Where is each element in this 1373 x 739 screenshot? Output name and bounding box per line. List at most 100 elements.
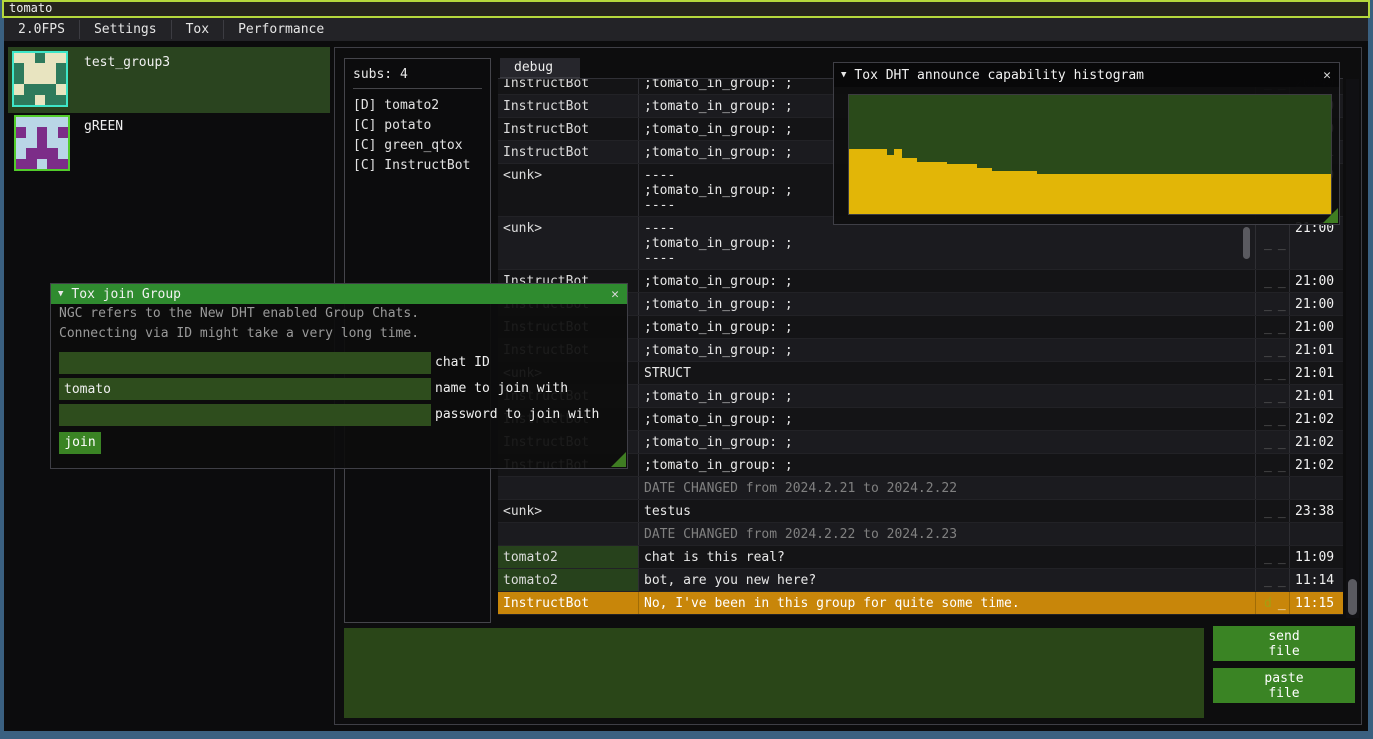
group-item-gREEN[interactable]: gREEN [8,113,330,171]
message-text: No, I've been in this group for quite so… [639,592,1256,614]
avatar-pixel [35,74,45,84]
histogram-bar [1271,174,1279,214]
histogram-bar [1090,174,1098,214]
sender-name: InstructBot [498,592,639,614]
subs-member[interactable]: [D] tomato2 [353,96,482,116]
histogram-bar [1150,174,1158,214]
histogram-bar [1022,171,1030,214]
histogram-bar [1195,174,1203,214]
join-dialog-titlebar[interactable]: ▼ Tox join Group ✕ [51,284,627,304]
message-cell-scrollbar-thumb[interactable] [1243,227,1250,259]
avatar-pixel [14,53,24,63]
delivery-flags: __ [1256,431,1290,453]
os-titlebar[interactable]: tomato [2,0,1370,18]
delivery-flag: _ [1264,392,1272,402]
date-change-row[interactable]: DATE CHANGED from 2024.2.22 to 2024.2.23 [498,523,1343,546]
delivery-flag: _ [1264,553,1272,563]
histogram-bar [1233,174,1241,214]
timestamp: 21:02 [1290,431,1340,453]
histogram-bar [939,162,947,214]
histogram-bar [1293,174,1301,214]
message-row[interactable]: <unk>testus__23:38 [498,500,1343,523]
histogram-bar [1082,174,1090,214]
histogram-bar [985,168,993,214]
avatar-pixel [56,84,66,94]
histogram-bar [1143,174,1151,214]
histogram-bar [849,149,857,214]
collapse-icon[interactable]: ▼ [58,289,63,299]
menu-bar: 2.0FPS Settings Tox Performance [4,18,1368,41]
avatar-pixel [16,117,26,127]
subs-member[interactable]: [C] potato [353,116,482,136]
subs-member[interactable]: [C] green_qtox [353,136,482,156]
delivery-flag: _ [1264,300,1272,310]
message-row[interactable]: InstructBotNo, I've been in this group f… [498,592,1343,615]
date-change-row[interactable]: DATE CHANGED from 2024.2.21 to 2024.2.22 [498,477,1343,500]
collapse-icon[interactable]: ▼ [841,70,846,80]
delivery-flags: __ [1256,316,1290,338]
close-icon[interactable]: ✕ [1323,68,1331,83]
histogram-bar [1301,174,1309,214]
avatar-pixel [26,138,36,148]
delivery-flags: __ [1256,546,1290,568]
menu-item-tox[interactable]: Tox [172,18,223,41]
histogram-bar [1173,174,1181,214]
histogram-bar [1075,174,1083,214]
message-row[interactable]: tomato2bot, are you new here?__11:14 [498,569,1343,592]
delivery-flags: __ [1256,408,1290,430]
paste-file-button[interactable]: paste file [1213,668,1355,703]
histogram-bar [970,164,978,214]
join-button[interactable]: join [59,432,101,454]
join-name-field[interactable] [59,378,431,400]
histogram-bar [1188,174,1196,214]
avatar-pixel [35,63,45,73]
avatar-pixel [58,117,68,127]
avatar-pixel [45,63,55,73]
group-item-test_group3[interactable]: test_group3 [8,47,330,113]
group-name: gREEN [84,119,123,134]
avatar-pixel [56,95,66,105]
chat-scrollbar-thumb[interactable] [1348,579,1357,615]
send-file-button[interactable]: send file [1213,626,1355,661]
chat-scrollbar[interactable] [1346,79,1359,618]
window-title: tomato [9,1,52,15]
histogram-bar [879,149,887,214]
delivery-flag: _ [1264,461,1272,471]
avatar-pixel [16,127,26,137]
timestamp: 21:02 [1290,454,1340,476]
resize-grip[interactable] [1323,208,1338,223]
avatar-pixel [45,53,55,63]
delivery-flag: _ [1264,415,1272,425]
histogram-bar [1158,174,1166,214]
sender-name: InstructBot [498,118,639,140]
close-icon[interactable]: ✕ [611,287,619,302]
fps-indicator: 2.0FPS [4,18,79,41]
avatar-pixel [35,95,45,105]
tab-debug[interactable]: debug [500,58,580,78]
avatar-pixel [45,95,55,105]
message-text: ;tomato_in_group: ; [639,408,1256,430]
join-password-field[interactable] [59,404,431,426]
join-dialog-info-line: Connecting via ID might take a very long… [51,324,627,344]
resize-grip[interactable] [611,452,626,467]
delivery-flags: __ [1256,385,1290,407]
sender-name: tomato2 [498,569,639,591]
message-input[interactable] [344,628,1204,718]
sender-name: tomato2 [498,546,639,568]
message-text: chat is this real? [639,546,1256,568]
chat-id-label: chat ID [435,355,490,370]
delivery-flag: _ [1264,346,1272,356]
avatar-pixel [24,84,34,94]
chat-id-field[interactable] [59,352,431,374]
histogram-titlebar[interactable]: ▼ Tox DHT announce capability histogram … [834,63,1339,87]
subs-member[interactable]: [C] InstructBot [353,156,482,176]
menu-item-settings[interactable]: Settings [80,18,171,41]
avatar-pixel [24,74,34,84]
menu-item-performance[interactable]: Performance [224,18,338,41]
histogram-bar [887,155,895,215]
avatar-pixel [47,117,57,127]
message-row[interactable]: tomato2chat is this real?__11:09 [498,546,1343,569]
avatar-pixel [37,159,47,169]
avatar-pixel [24,63,34,73]
histogram-bar [1105,174,1113,214]
